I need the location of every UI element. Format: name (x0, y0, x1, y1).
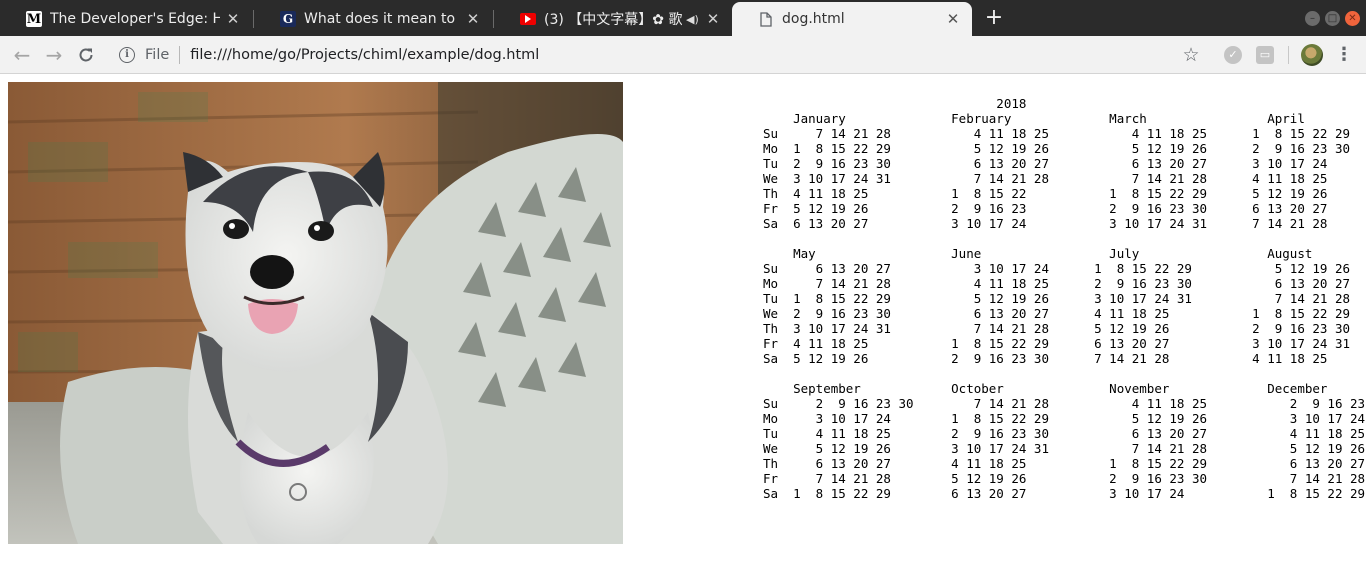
omnibox-divider (179, 46, 181, 64)
tab-youtube[interactable]: (3) 【中文字幕】✿ 歌 ◀) ✕ (494, 2, 732, 36)
menu-icon[interactable]: ⋮ (1334, 43, 1354, 67)
calendar-2018: 2018 January February March April Su 7 1… (763, 96, 1366, 501)
speaker-icon[interactable]: ◀) (686, 13, 700, 26)
medium-icon: M (26, 11, 42, 27)
profile-avatar[interactable] (1301, 44, 1323, 66)
reload-button[interactable] (74, 43, 98, 67)
address-bar[interactable]: i File file:///home/go/Projects/chiml/ex… (108, 40, 1208, 70)
minimize-window-button[interactable]: – (1305, 11, 1320, 26)
new-tab-button[interactable]: + (982, 6, 1006, 30)
tab-close-icon[interactable]: ✕ (946, 12, 960, 27)
forward-button[interactable]: → (42, 43, 66, 67)
extension-icon[interactable]: ✓ (1224, 46, 1242, 64)
tab-what-does-it-mean[interactable]: G What does it mean to be a ✕ (254, 2, 492, 36)
tab-close-icon[interactable]: ✕ (466, 12, 480, 27)
tab-strip: M The Developer's Edge: Ho ✕ G What does… (0, 0, 1366, 36)
toolbar-divider (1288, 46, 1289, 64)
info-icon[interactable]: i (119, 47, 135, 63)
document-icon (758, 11, 774, 27)
tab-close-icon[interactable]: ✕ (706, 12, 720, 27)
bookmark-star-icon[interactable]: ☆ (1180, 43, 1202, 67)
tab-developers-edge[interactable]: M The Developer's Edge: Ho ✕ (0, 2, 252, 36)
tab-title: (3) 【中文字幕】✿ 歌 (544, 12, 682, 28)
back-button[interactable]: ← (10, 43, 34, 67)
browser-toolbar: ← → i File file:///home/go/Projects/chim… (0, 36, 1366, 74)
maximize-window-button[interactable]: □ (1325, 11, 1340, 26)
youtube-icon (520, 13, 536, 25)
husky-dog-photo (8, 82, 623, 544)
close-window-button[interactable]: ✕ (1345, 11, 1360, 26)
tab-dog-html[interactable]: dog.html ✕ (732, 2, 972, 36)
husky-dog-illustration (8, 82, 623, 544)
tab-title: The Developer's Edge: Ho (50, 11, 220, 27)
tab-title: dog.html (782, 11, 845, 27)
tab-close-icon[interactable]: ✕ (226, 12, 240, 27)
page-content: 2018 January February March April Su 7 1… (0, 74, 1366, 568)
goodreads-icon: G (280, 11, 296, 27)
tab-title: What does it mean to be a (304, 11, 460, 27)
scheme-label: File (145, 47, 170, 63)
url-text[interactable]: file:///home/go/Projects/chiml/example/d… (190, 47, 539, 63)
extension-icon[interactable]: ▭ (1256, 46, 1274, 64)
